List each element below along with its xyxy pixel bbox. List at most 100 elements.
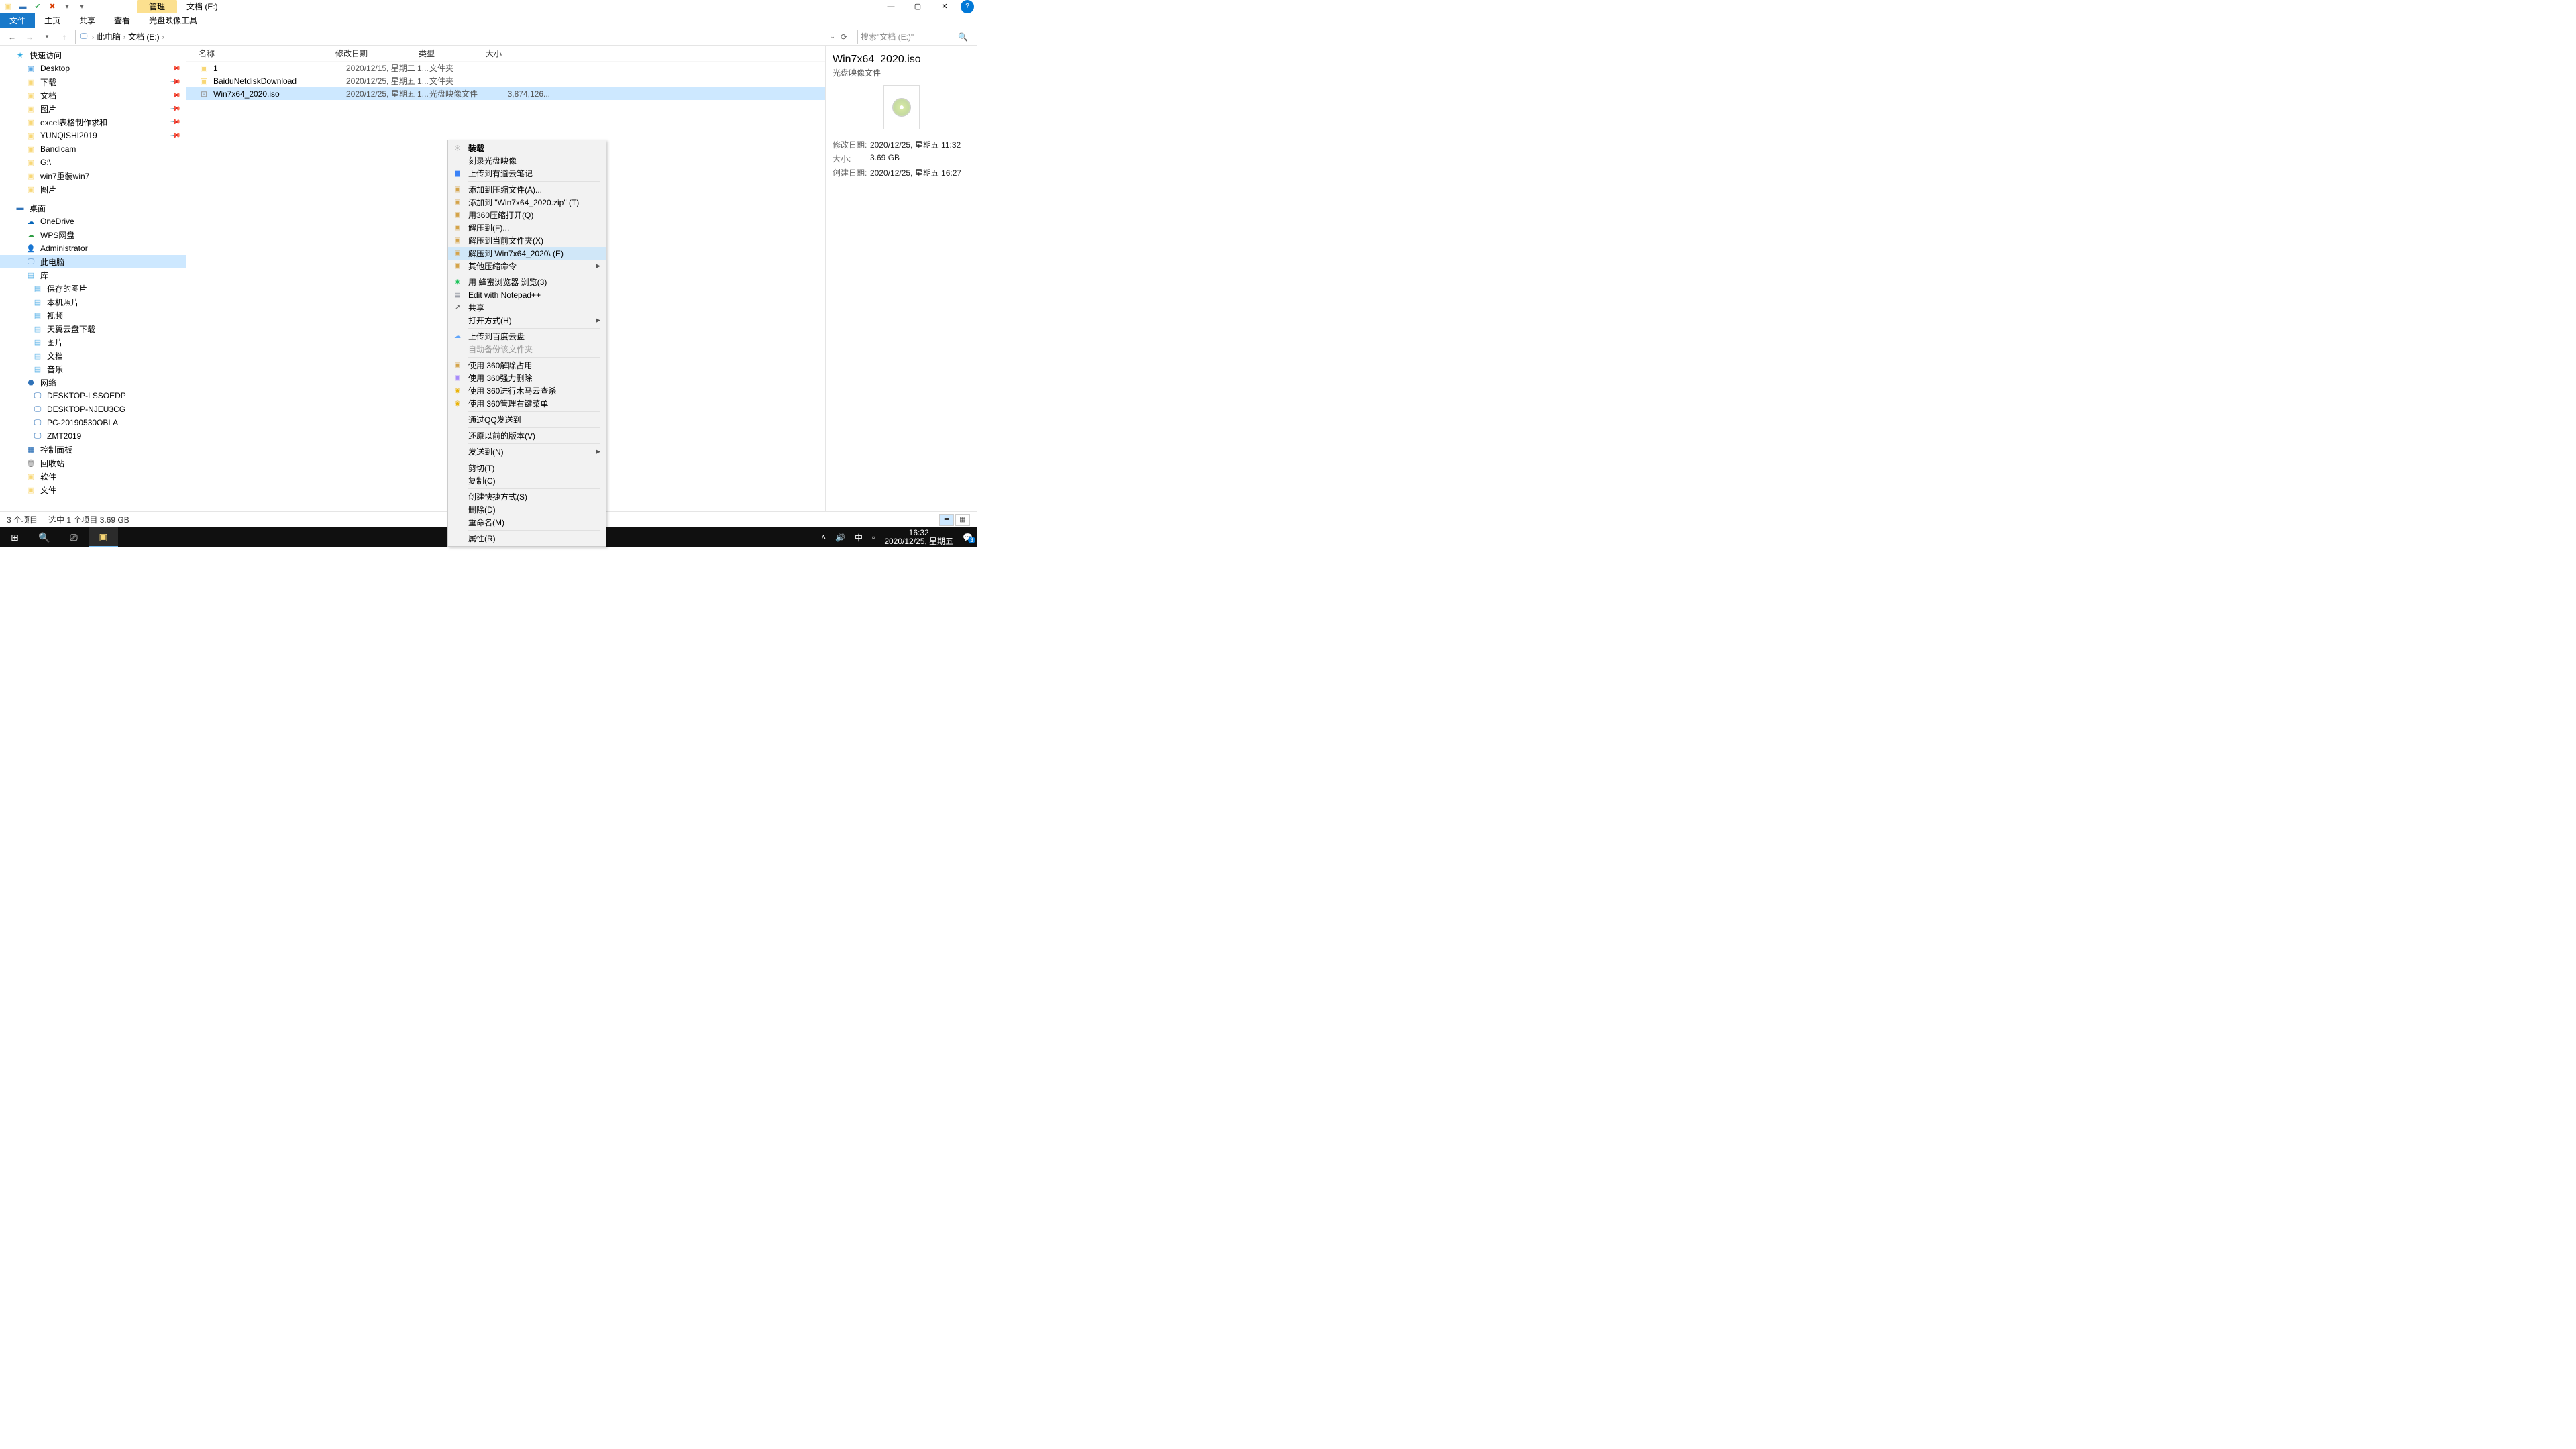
crumb-drive[interactable]: 文档 (E:) (128, 31, 160, 42)
explorer-taskbar-icon[interactable]: ▣ (89, 527, 118, 547)
sidebar-item[interactable]: ▣excel表格制作求和📌 (0, 115, 186, 129)
chevron-down-icon[interactable]: ⌄ (830, 33, 835, 40)
sidebar-item[interactable]: 🖵ZMT2019 (0, 429, 186, 443)
view-icons-button[interactable]: ▦ (955, 514, 970, 526)
sidebar-item[interactable]: 🖵DESKTOP-LSSOEDP (0, 389, 186, 402)
sidebar-item[interactable]: ▤视频 (0, 309, 186, 322)
menu-item[interactable]: ◎装载 (448, 142, 606, 154)
menu-item[interactable]: 创建快捷方式(S) (448, 490, 606, 503)
menu-item[interactable]: 打开方式(H)▶ (448, 314, 606, 327)
menu-item[interactable]: ▣添加到 "Win7x64_2020.zip" (T) (448, 196, 606, 209)
sidebar-item[interactable]: ▣图片📌 (0, 102, 186, 115)
sidebar-item[interactable]: ▣Desktop📌 (0, 62, 186, 75)
breadcrumb[interactable]: 🖵 › 此电脑 › 文档 (E:) › ⌄ ⟳ (75, 30, 853, 44)
menu-item[interactable]: ▣其他压缩命令▶ (448, 260, 606, 272)
ime-icon[interactable]: 中 (855, 532, 863, 543)
sidebar-quick-access[interactable]: ★快速访问 (0, 48, 186, 62)
up-button[interactable]: ↑ (58, 30, 71, 44)
menu-item[interactable]: 删除(D) (448, 503, 606, 516)
qat-dropdown-icon[interactable]: ▾ (62, 1, 72, 12)
menu-item[interactable]: ▣使用 360解除占用 (448, 359, 606, 372)
menu-item[interactable]: ▣解压到当前文件夹(X) (448, 234, 606, 247)
volume-icon[interactable]: 🔊 (835, 533, 845, 542)
sidebar-network[interactable]: ⬣网络 (0, 376, 186, 389)
minimize-button[interactable]: — (877, 0, 904, 13)
refresh-icon[interactable]: ⟳ (841, 32, 847, 42)
menu-item[interactable]: 剪切(T) (448, 462, 606, 474)
col-name[interactable]: 名称 (186, 48, 335, 59)
menu-item[interactable]: ◉用 蜂蜜浏览器 浏览(3) (448, 276, 606, 288)
menu-item[interactable]: ▣解压到(F)... (448, 221, 606, 234)
sidebar-item[interactable]: ▣YUNQISHI2019📌 (0, 129, 186, 142)
qat-close-icon[interactable]: ✖ (47, 1, 58, 12)
menu-item[interactable]: 重命名(M) (448, 516, 606, 529)
menu-item[interactable]: 还原以前的版本(V) (448, 429, 606, 442)
help-icon[interactable]: ? (961, 0, 974, 13)
menu-item[interactable]: 刻录光盘映像 (448, 154, 606, 167)
sidebar-item[interactable]: ▣软件 (0, 470, 186, 483)
qat-more-icon[interactable]: ▾ (76, 1, 87, 12)
menu-item[interactable]: ▆上传到有道云笔记 (448, 167, 606, 180)
close-button[interactable]: ✕ (931, 0, 958, 13)
tab-view[interactable]: 查看 (105, 13, 140, 28)
sidebar-item[interactable]: ▤音乐 (0, 362, 186, 376)
sidebar-item[interactable]: ▣win7重装win7 (0, 169, 186, 182)
search-button[interactable]: 🔍 (30, 527, 59, 547)
tab-home[interactable]: 主页 (35, 13, 70, 28)
crumb-pc[interactable]: 此电脑 (97, 31, 121, 42)
start-button[interactable]: ⊞ (0, 527, 30, 547)
sidebar-item[interactable]: ▣G:\ (0, 156, 186, 169)
tab-share[interactable]: 共享 (70, 13, 105, 28)
search-input[interactable]: 搜索"文档 (E:)" 🔍 (857, 30, 971, 44)
sidebar-item[interactable]: ☁OneDrive (0, 215, 186, 228)
sidebar-item[interactable]: ▤本机照片 (0, 295, 186, 309)
menu-item[interactable]: ☁上传到百度云盘 (448, 330, 606, 343)
file-row[interactable]: ▣BaiduNetdiskDownload2020/12/25, 星期五 1..… (186, 74, 825, 87)
sidebar-control-panel[interactable]: ▦控制面板 (0, 443, 186, 456)
sidebar-recycle[interactable]: 🗑回收站 (0, 456, 186, 470)
menu-item[interactable]: ▣解压到 Win7x64_2020\ (E) (448, 247, 606, 260)
sidebar-item[interactable]: ▣文档📌 (0, 89, 186, 102)
menu-item[interactable]: 通过QQ发送到 (448, 413, 606, 426)
contextual-tab[interactable]: 管理 (137, 0, 177, 13)
sidebar-item[interactable]: ▣图片 (0, 182, 186, 196)
col-size[interactable]: 大小 (486, 48, 539, 59)
sidebar-item[interactable]: ▤图片 (0, 335, 186, 349)
view-details-button[interactable]: ≣ (939, 514, 954, 526)
task-view-button[interactable]: ⎚ (59, 527, 89, 547)
sidebar-item[interactable]: ▣下载📌 (0, 75, 186, 89)
menu-item[interactable]: ↗共享 (448, 301, 606, 314)
menu-item[interactable]: ▣添加到压缩文件(A)... (448, 183, 606, 196)
menu-item[interactable]: ◉使用 360管理右键菜单 (448, 397, 606, 410)
menu-item[interactable]: ◉使用 360进行木马云查杀 (448, 384, 606, 397)
menu-item[interactable]: ▣使用 360强力删除 (448, 372, 606, 384)
maximize-button[interactable]: ▢ (904, 0, 931, 13)
forward-button[interactable]: → (23, 30, 36, 44)
clock[interactable]: 16:32 2020/12/25, 星期五 (884, 529, 953, 546)
network-tray-icon[interactable]: ▫ (872, 533, 875, 542)
recent-dropdown-icon[interactable]: ▾ (40, 30, 54, 44)
sidebar-item[interactable]: ☁WPS网盘 (0, 228, 186, 241)
qat-check-icon[interactable]: ✔ (32, 1, 43, 12)
action-center-icon[interactable]: 💬3 (963, 533, 973, 542)
sidebar-item[interactable]: ▣文件 (0, 483, 186, 496)
tray-chevron-icon[interactable]: ˄ (821, 533, 826, 542)
sidebar-item[interactable]: 👤Administrator (0, 241, 186, 255)
tab-disctool[interactable]: 光盘映像工具 (140, 13, 207, 28)
tab-file[interactable]: 文件 (0, 13, 35, 28)
sidebar-desktop[interactable]: ▬桌面 (0, 201, 186, 215)
col-date[interactable]: 修改日期 (335, 48, 419, 59)
sidebar-item[interactable]: 🖵PC-20190530OBLA (0, 416, 186, 429)
sidebar-libraries[interactable]: ▤库 (0, 268, 186, 282)
menu-item[interactable]: 复制(C) (448, 474, 606, 487)
sidebar-item[interactable]: ▤文档 (0, 349, 186, 362)
file-row[interactable]: ▣12020/12/15, 星期二 1...文件夹 (186, 62, 825, 74)
qat-save-icon[interactable]: ▬ (17, 1, 28, 12)
sidebar-item[interactable]: ▤天翼云盘下载 (0, 322, 186, 335)
back-button[interactable]: ← (5, 30, 19, 44)
file-row[interactable]: ⊡Win7x64_2020.iso2020/12/25, 星期五 1...光盘映… (186, 87, 825, 100)
sidebar-item[interactable]: ▤保存的图片 (0, 282, 186, 295)
search-icon[interactable]: 🔍 (958, 32, 968, 42)
menu-item[interactable]: ▣用360压缩打开(Q) (448, 209, 606, 221)
col-type[interactable]: 类型 (419, 48, 486, 59)
